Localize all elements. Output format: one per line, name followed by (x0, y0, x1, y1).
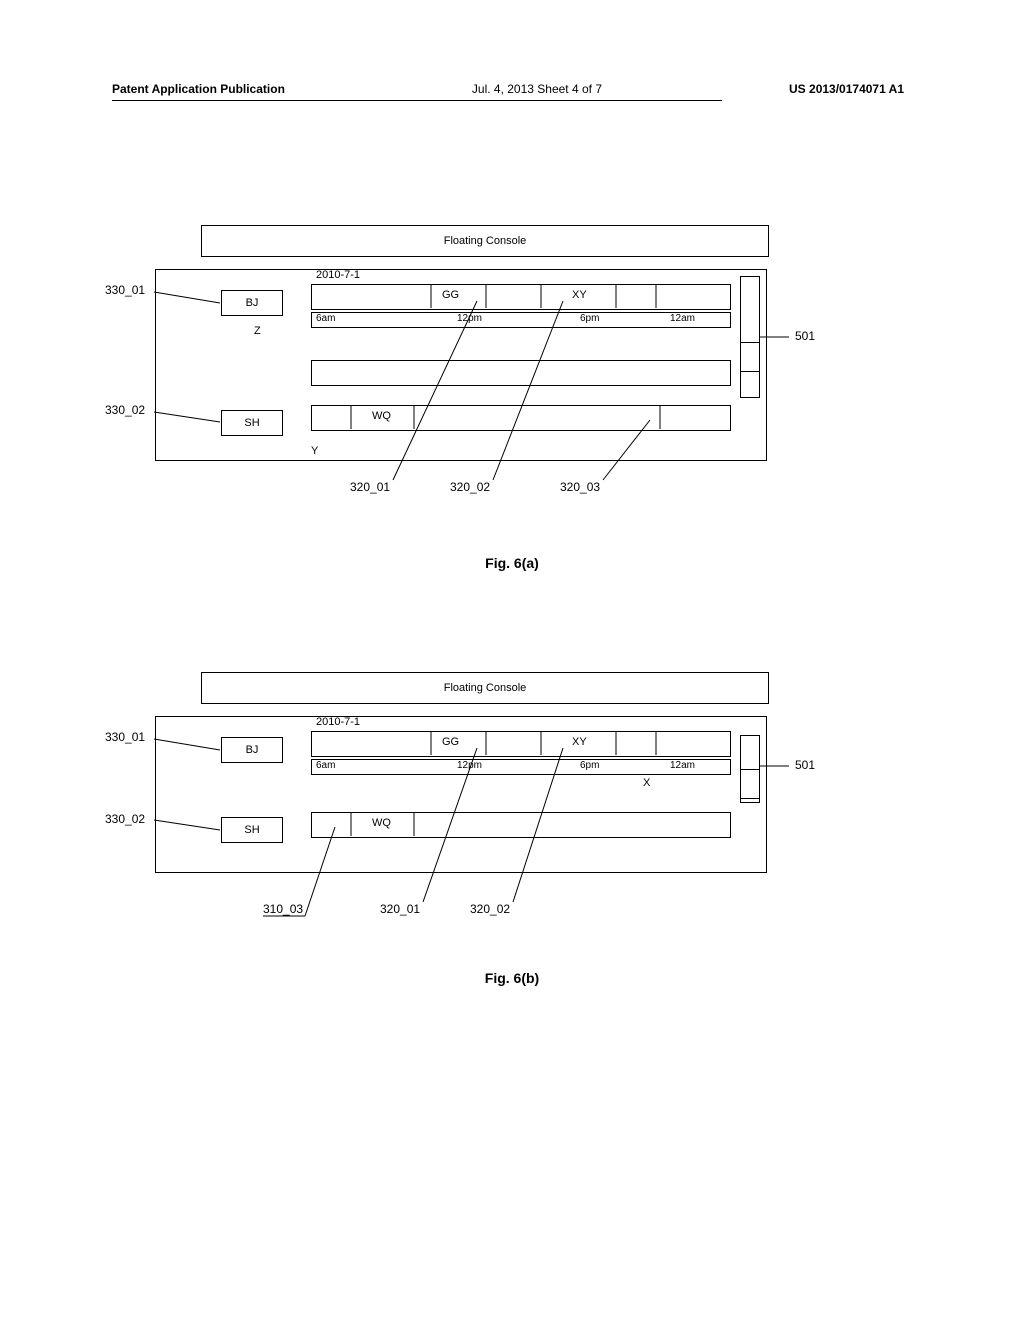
ref-330-02: 330_02 (105, 403, 145, 417)
main-panel-b: BJ SH 2010-7-1 GG XY 6am 12pm 6pm 12am X… (155, 716, 767, 873)
ref-320-02-b: 320_02 (470, 902, 510, 916)
tick-12am-b: 12am (670, 760, 695, 771)
ref-310-03: 310_03 (263, 902, 303, 916)
event-wq: WQ (372, 410, 391, 422)
console-title-b: Floating Console (444, 682, 527, 694)
caption-6b: Fig. 6(b) (0, 970, 1024, 986)
page-header: Patent Application Publication Jul. 4, 2… (0, 82, 1024, 96)
row-sh-label: SH (244, 417, 259, 429)
row-bj-b: BJ (221, 737, 283, 763)
header-left: Patent Application Publication (112, 82, 285, 96)
row-sh: SH (221, 410, 283, 436)
ref-330-01-b: 330_01 (105, 730, 145, 744)
scrollbar-thumb[interactable] (740, 342, 760, 372)
header-center: Jul. 4, 2013 Sheet 4 of 7 (285, 82, 789, 96)
figure-6b: Floating Console BJ SH 2010-7-1 GG XY 6a… (155, 672, 795, 982)
sh-row-bar: WQ (311, 405, 731, 431)
tick-6am: 6am (316, 313, 335, 324)
ref-320-01: 320_01 (350, 480, 390, 494)
tick-12pm-b: 12pm (457, 760, 482, 771)
ref-320-01-b: 320_01 (380, 902, 420, 916)
header-rule (112, 100, 722, 101)
time-scale-b: 6am 12pm 6pm 12am (311, 759, 731, 775)
ref-320-02: 320_02 (450, 480, 490, 494)
ref-330-02-b: 330_02 (105, 812, 145, 826)
tick-12am: 12am (670, 313, 695, 324)
row-bj-label-b: BJ (246, 744, 259, 756)
bj-z-label: Z (254, 325, 261, 337)
row-sh-b: SH (221, 817, 283, 843)
ref-501: 501 (795, 329, 815, 343)
x-note: X (643, 777, 650, 789)
sh-row-bar-b: WQ (311, 812, 731, 838)
scrollbar-thumb-b[interactable] (740, 769, 760, 799)
bj-row-bar-b: GG XY (311, 731, 731, 757)
event-gg-b: GG (442, 736, 459, 748)
ref-330-01: 330_01 (105, 283, 145, 297)
console-title-bar: Floating Console (201, 225, 769, 257)
caption-6a: Fig. 6(a) (0, 555, 1024, 571)
row-sh-label-b: SH (244, 824, 259, 836)
main-panel: BJ Z SH Y 2010-7-1 GG XY 6am 12pm 6pm 12… (155, 269, 767, 461)
time-scale: 6am 12pm 6pm 12am (311, 312, 731, 328)
figure-6a: Floating Console BJ Z SH Y 2010-7-1 GG X… (155, 225, 795, 545)
header-right: US 2013/0174071 A1 (789, 82, 904, 96)
date-label-b: 2010-7-1 (316, 716, 360, 728)
tick-6pm: 6pm (580, 313, 599, 324)
console-title-bar-b: Floating Console (201, 672, 769, 704)
ref-320-03: 320_03 (560, 480, 600, 494)
scrollbar-track[interactable] (740, 276, 760, 398)
tick-6pm-b: 6pm (580, 760, 599, 771)
date-label: 2010-7-1 (316, 269, 360, 281)
event-xy: XY (572, 289, 587, 301)
row-bj-label: BJ (246, 297, 259, 309)
tick-12pm: 12pm (457, 313, 482, 324)
row-bj: BJ (221, 290, 283, 316)
sh-y-label: Y (311, 445, 318, 457)
tick-6am-b: 6am (316, 760, 335, 771)
patent-page: Patent Application Publication Jul. 4, 2… (0, 0, 1024, 1320)
event-gg: GG (442, 289, 459, 301)
bj-row-bar: GG XY (311, 284, 731, 310)
event-xy-b: XY (572, 736, 587, 748)
ref-501-b: 501 (795, 758, 815, 772)
middle-empty-bar (311, 360, 731, 386)
event-wq-b: WQ (372, 817, 391, 829)
console-title: Floating Console (444, 235, 527, 247)
